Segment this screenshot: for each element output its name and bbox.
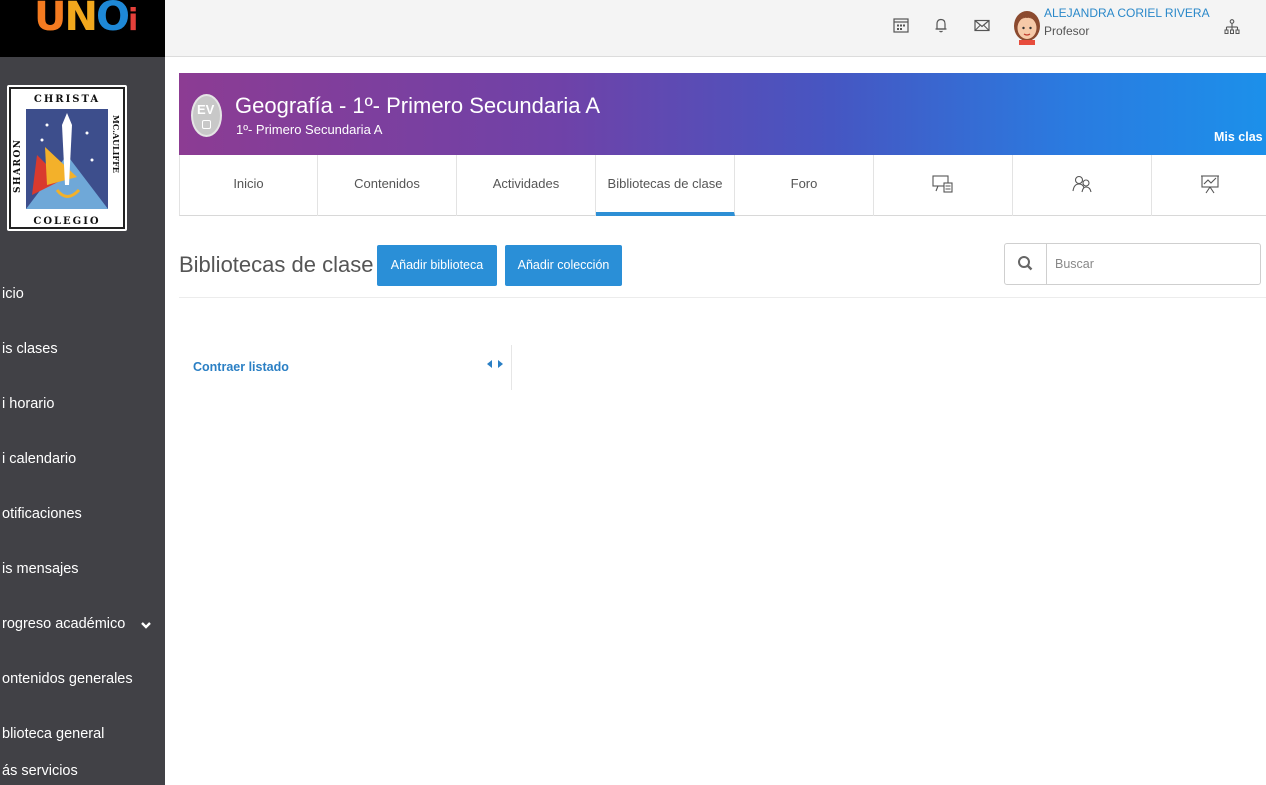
top-bar: ALEJANDRA CORIEL RIVERA Profesor — [165, 0, 1266, 57]
bell-icon[interactable] — [932, 16, 950, 34]
logo-letter-u: U — [34, 0, 67, 40]
presentation-icon — [932, 175, 953, 193]
school-logo-text-bottom: COLEGIO — [33, 216, 100, 227]
sidebar-item-inicio[interactable]: icio — [0, 276, 165, 312]
add-collection-button[interactable]: Añadir colección — [505, 245, 622, 286]
sidebar-item-label: ás servicios — [2, 763, 78, 779]
sidebar-item-mi-horario[interactable]: i horario — [0, 386, 165, 422]
sidebar-item-contenidos-generales[interactable]: ontenidos generales — [0, 661, 165, 697]
school-logo-text-top: CHRISTA — [34, 94, 100, 105]
tab-label: Contenidos — [354, 176, 420, 191]
school-logo: CHRISTA COLEGIO SHARON MC.AULIFFE — [7, 85, 127, 231]
chevron-down-icon — [141, 622, 151, 629]
divider — [179, 297, 1266, 298]
tab-bibliotecas-de-clase[interactable]: Bibliotecas de clase — [596, 155, 735, 216]
tab-label: Inicio — [233, 176, 264, 191]
school-logo-text-left: SHARON — [13, 138, 23, 193]
tab-label: Foro — [790, 176, 818, 191]
search-icon — [1018, 256, 1033, 271]
class-badge-text: EV — [197, 102, 215, 117]
tab-foro[interactable]: Foro — [735, 155, 874, 216]
expand-collapse-arrows-icon[interactable] — [486, 358, 506, 370]
sidebar-item-label: blioteca general — [2, 726, 105, 742]
collapse-list-link[interactable]: Contraer listado — [193, 360, 289, 374]
class-subtitle: 1º- Primero Secundaria A — [236, 122, 383, 137]
page-title: Bibliotecas de clase — [179, 252, 374, 277]
people-icon — [1072, 175, 1092, 193]
school-crest-icon: CHRISTA COLEGIO SHARON MC.AULIFFE — [9, 87, 125, 229]
app: UNOi CHRISTA COLEGIO SHARON MC.AULIFFE i… — [0, 0, 1266, 785]
sidebar-item-progreso-academico[interactable]: rogreso académico — [0, 606, 165, 642]
class-title: Geografía - 1º- Primero Secundaria A — [235, 93, 601, 118]
tab-inicio[interactable]: Inicio — [180, 155, 318, 216]
sidebar-item-mis-mensajes[interactable]: is mensajes — [0, 551, 165, 587]
logo-letter-n: N — [64, 0, 98, 40]
tab-label: Bibliotecas de clase — [607, 176, 723, 191]
tab-actividades[interactable]: Actividades — [457, 155, 596, 216]
sidebar: UNOi CHRISTA COLEGIO SHARON MC.AULIFFE i… — [0, 0, 165, 785]
sidebar-item-label: icio — [2, 286, 24, 302]
sidebar-item-label: is mensajes — [2, 561, 79, 577]
sidebar-item-label: rogreso académico — [2, 616, 126, 632]
sidebar-item-label: is clases — [2, 341, 58, 357]
tab-label: Actividades — [492, 176, 560, 191]
sidebar-item-mis-clases[interactable]: is clases — [0, 331, 165, 367]
org-chart-icon[interactable] — [1223, 18, 1241, 36]
sidebar-item-label: i horario — [2, 396, 55, 412]
sidebar-item-mas-servicios[interactable]: ás servicios — [0, 753, 165, 785]
class-badge: EV — [191, 94, 222, 137]
calendar-icon[interactable] — [892, 16, 910, 34]
search-input[interactable] — [1055, 254, 1245, 274]
add-library-button[interactable]: Añadir biblioteca — [377, 245, 497, 286]
school-logo-text-right: MC.AULIFFE — [111, 115, 121, 173]
class-banner: EV Geografía - 1º- Primero Secundaria A … — [179, 73, 1266, 155]
search-button[interactable] — [1005, 244, 1047, 284]
tab-people[interactable] — [1013, 155, 1152, 216]
class-tabs: Inicio Contenidos Actividades Biblioteca… — [179, 155, 1266, 216]
sidebar-item-label: i calendario — [2, 451, 77, 467]
sidebar-item-label: ontenidos generales — [2, 671, 133, 687]
tab-chart-board[interactable] — [1152, 155, 1266, 216]
panel-divider — [511, 345, 512, 390]
sidebar-item-notificaciones[interactable]: otificaciones — [0, 496, 165, 532]
unoi-logo-text: UNOi — [34, 0, 138, 40]
unoi-logo[interactable]: UNOi — [0, 0, 165, 57]
sidebar-item-biblioteca-general[interactable]: blioteca general — [0, 716, 165, 752]
logo-letter-i: i — [127, 3, 138, 38]
search-box — [1004, 243, 1261, 285]
user-name[interactable]: ALEJANDRA CORIEL RIVERA — [1044, 6, 1210, 20]
sidebar-item-label: otificaciones — [2, 506, 82, 522]
class-badge-icon — [202, 120, 211, 129]
mail-icon[interactable] — [973, 16, 991, 34]
tab-contenidos[interactable]: Contenidos — [318, 155, 457, 216]
my-classes-link[interactable]: Mis clas — [1214, 130, 1263, 144]
avatar[interactable] — [1013, 9, 1041, 45]
tab-presentation[interactable] — [874, 155, 1013, 216]
sidebar-item-mi-calendario[interactable]: i calendario — [0, 441, 165, 477]
user-role: Profesor — [1044, 24, 1090, 38]
logo-letter-o: O — [95, 0, 130, 40]
chart-board-icon — [1200, 175, 1219, 194]
